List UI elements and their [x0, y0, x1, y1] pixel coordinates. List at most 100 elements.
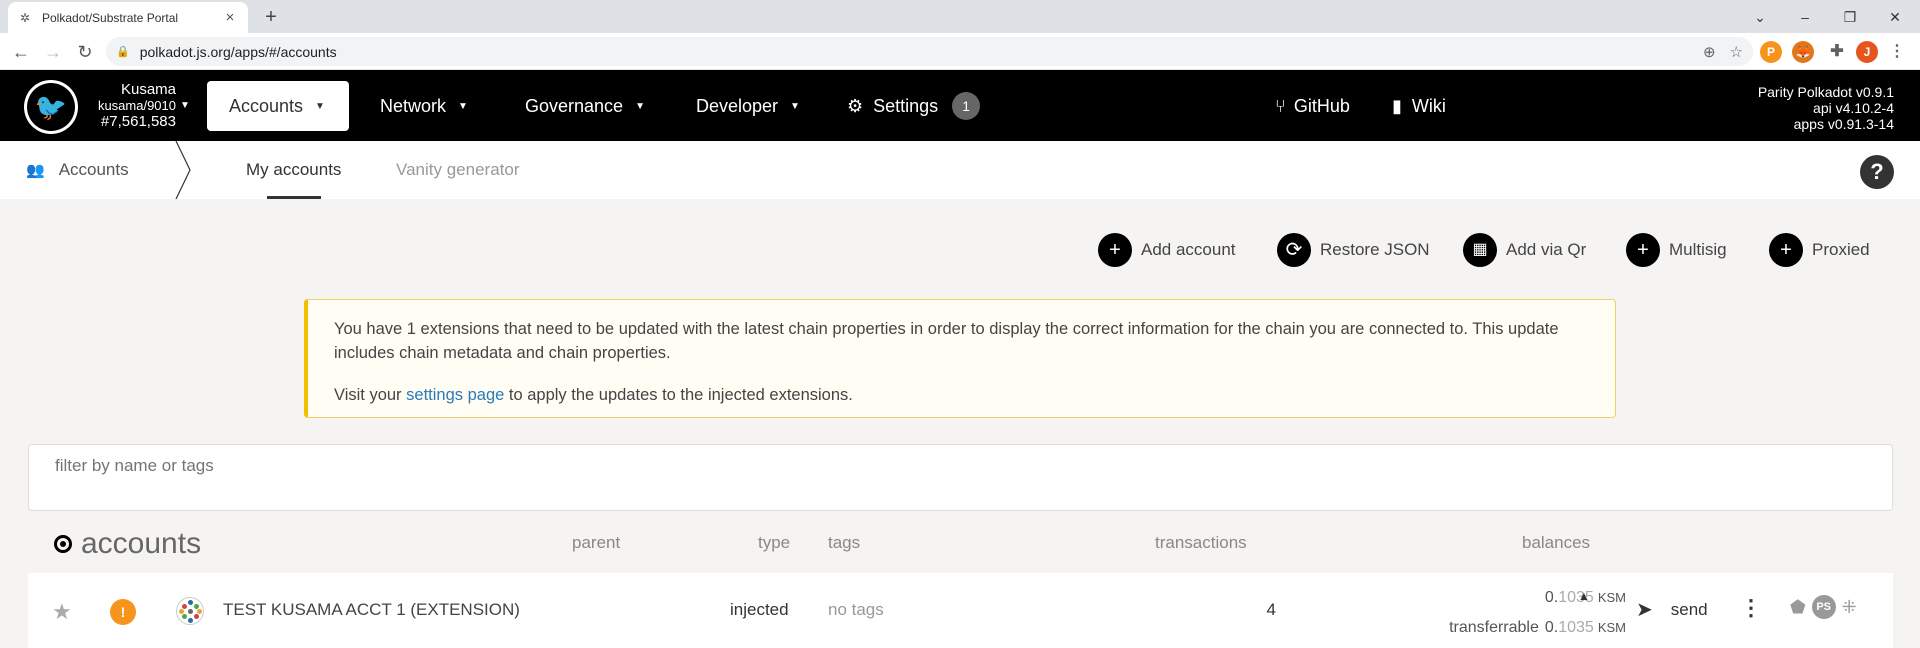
network-icons: ⬟ PS ⁜: [1790, 595, 1857, 619]
accounts-title: accounts: [54, 527, 201, 561]
banner-pre: Visit your: [334, 386, 407, 404]
caret-down-icon: ▼: [790, 100, 800, 112]
menu-accounts-label: Accounts: [229, 95, 304, 116]
metamask-extension-icon[interactable]: 🦊: [1792, 41, 1814, 63]
balance-int: 0.: [1544, 589, 1559, 606]
favorite-star-icon[interactable]: ★: [52, 599, 72, 625]
breadcrumb-chevron: [175, 141, 191, 199]
extension-update-banner: You have 1 extensions that need to be up…: [304, 299, 1616, 418]
back-icon[interactable]: ←: [8, 39, 34, 65]
sync-icon: ⟳: [1277, 233, 1311, 267]
transferrable-int: 0.: [1544, 619, 1559, 636]
api-version: api v4.10.2-4: [1813, 100, 1894, 116]
menu-developer[interactable]: Developer ▼: [674, 81, 822, 131]
apps-version: apps v0.91.3-14: [1793, 116, 1894, 132]
kusama-logo[interactable]: 🐦: [24, 80, 78, 134]
multisig-button[interactable]: + Multisig: [1626, 232, 1727, 268]
menu-settings-label: Settings: [873, 95, 939, 116]
extension-p-icon[interactable]: P: [1760, 41, 1782, 63]
filter-input[interactable]: [55, 456, 655, 476]
menu-accounts[interactable]: Accounts ▼: [207, 81, 349, 131]
transferrable-unit: KSM: [1597, 620, 1626, 635]
chain-selector[interactable]: Kusama kusama/9010 #7,561,583: [86, 82, 176, 130]
profile-avatar[interactable]: J: [1856, 41, 1878, 63]
menu-governance[interactable]: Governance ▼: [503, 81, 667, 131]
banner-post: to apply the updates to the injected ext…: [504, 386, 853, 404]
lock-icon: 🔒: [116, 46, 130, 58]
table-row[interactable]: ★ ! TEST KUSAMA ACCT 1 (EXTENSION) injec…: [28, 573, 1893, 648]
send-label: send: [1670, 599, 1708, 619]
add-via-qr-button[interactable]: ▦ Add via Qr: [1463, 232, 1586, 268]
bird-icon: 🐦: [27, 83, 75, 131]
menu-github[interactable]: ⑂ GitHub: [1253, 81, 1372, 131]
transferrable-label: transferrable: [1449, 619, 1539, 636]
tab-search-icon[interactable]: ⌄: [1740, 4, 1780, 30]
menu-developer-label: Developer: [696, 95, 779, 116]
close-tab-icon[interactable]: ×: [222, 9, 238, 26]
accounts-title-label: accounts: [81, 527, 202, 560]
browser-tab-bar: ✲ Polkadot/Substrate Portal × + ⌄ – ❐ ✕: [0, 0, 1920, 33]
users-icon: 👥: [26, 162, 45, 179]
account-transactions: 4: [1266, 600, 1276, 619]
account-name[interactable]: TEST KUSAMA ACCT 1 (EXTENSION): [223, 600, 520, 620]
send-button[interactable]: ➤ send: [1636, 597, 1708, 622]
menu-wiki[interactable]: ▮ Wiki: [1370, 81, 1468, 131]
menu-network[interactable]: Network ▼: [358, 81, 490, 131]
chevron-down-icon[interactable]: ▼: [180, 100, 190, 111]
tab-title: Polkadot/Substrate Portal: [42, 10, 179, 25]
menu-github-label: GitHub: [1293, 95, 1350, 116]
proxied-button[interactable]: + Proxied: [1769, 232, 1870, 268]
caret-down-icon: ▼: [315, 100, 325, 112]
restore-json-label: Restore JSON: [1320, 240, 1430, 259]
plus-icon: +: [1769, 233, 1803, 267]
settings-page-link[interactable]: settings page: [406, 386, 504, 404]
warning-icon[interactable]: !: [110, 599, 136, 625]
balance-unit: KSM: [1597, 590, 1626, 605]
browser-tab[interactable]: ✲ Polkadot/Substrate Portal ×: [8, 2, 248, 33]
node-version: Parity Polkadot v0.9.1: [1757, 84, 1894, 100]
subnav-root-label: Accounts: [58, 160, 129, 179]
banner-text: You have 1 extensions that need to be up…: [334, 320, 1559, 362]
subnav-root: 👥 Accounts: [26, 141, 129, 199]
caret-down-icon: ▼: [458, 100, 468, 112]
book-icon: ▮: [1392, 95, 1402, 116]
account-type: injected: [730, 600, 789, 619]
maximize-button[interactable]: ❐: [1830, 4, 1870, 30]
network-logo-icon: ⬟: [1790, 596, 1806, 617]
menu-governance-label: Governance: [525, 95, 624, 116]
identicon[interactable]: [176, 597, 204, 625]
browser-menu-icon[interactable]: ⋮: [1886, 41, 1908, 63]
minimize-button[interactable]: –: [1785, 4, 1825, 30]
menu-settings[interactable]: ⚙ Settings 1: [825, 81, 1002, 131]
bookmark-star-icon[interactable]: ☆: [1730, 43, 1743, 61]
app-header: 🐦 Kusama kusama/9010 #7,561,583 ▼ Accoun…: [0, 70, 1920, 141]
caret-down-icon: ▼: [635, 100, 645, 112]
restore-json-button[interactable]: ⟳ Restore JSON: [1277, 232, 1430, 268]
version-info: Parity Polkadot v0.9.1 api v4.10.2-4 app…: [1758, 84, 1894, 132]
close-window-button[interactable]: ✕: [1875, 4, 1915, 30]
transferrable-balance: transferrable 0.1035 KSM: [1388, 619, 1626, 637]
ps-badge: PS: [1811, 595, 1836, 619]
zoom-icon[interactable]: ⊕: [1703, 43, 1716, 61]
col-transactions: transactions: [1155, 533, 1247, 552]
banner-text-2: Visit your settings page to apply the up…: [334, 383, 1589, 407]
multisig-label: Multisig: [1669, 240, 1727, 259]
add-account-button[interactable]: + Add account: [1098, 232, 1236, 268]
new-tab-button[interactable]: +: [258, 4, 284, 30]
url-text[interactable]: polkadot.js.org/apps/#/accounts: [140, 44, 1689, 60]
more-options-icon[interactable]: ⋮: [1740, 595, 1762, 621]
help-icon[interactable]: ?: [1860, 155, 1894, 189]
caret-up-icon[interactable]: ▲: [1578, 589, 1590, 603]
chain-name: Kusama: [120, 81, 176, 98]
transferrable-frac: 1035: [1558, 619, 1594, 636]
reload-icon[interactable]: ↻: [72, 39, 98, 65]
omnibox[interactable]: 🔒 polkadot.js.org/apps/#/accounts ⊕ ☆: [106, 37, 1753, 66]
account-tags[interactable]: no tags: [828, 600, 884, 620]
forward-icon[interactable]: →: [40, 39, 66, 65]
dot-circle-icon: [54, 535, 72, 553]
extensions-puzzle-icon[interactable]: ✚: [1826, 41, 1848, 63]
tab-vanity-generator[interactable]: Vanity generator: [396, 141, 519, 199]
tab-my-accounts[interactable]: My accounts: [246, 141, 341, 199]
settings-badge: 1: [952, 92, 981, 120]
col-balances: balances: [1522, 533, 1591, 552]
